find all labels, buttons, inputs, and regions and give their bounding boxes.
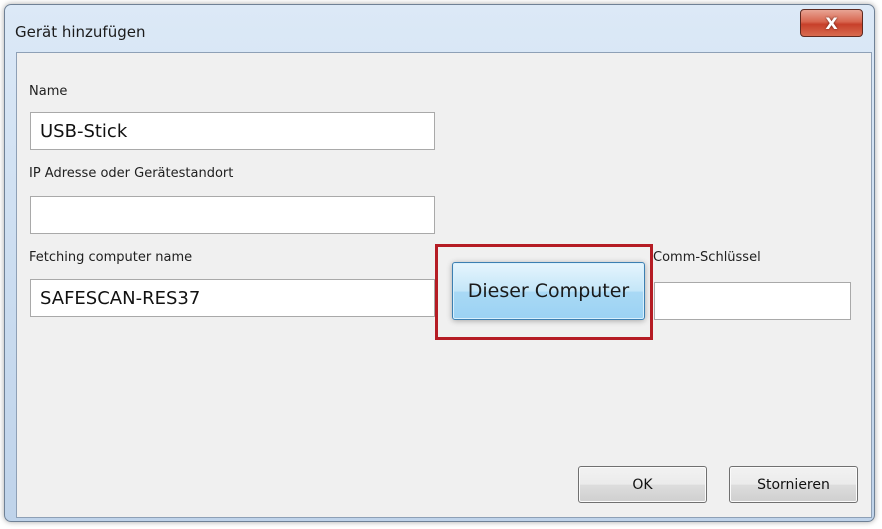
computer-name-field[interactable]: SAFESCAN-RES37 (30, 279, 435, 317)
name-field[interactable]: USB-Stick (30, 112, 435, 150)
comm-key-label: Comm-Schlüssel (653, 250, 761, 265)
cancel-button[interactable]: Stornieren (729, 466, 858, 503)
ip-address-field[interactable] (30, 196, 435, 234)
dialog-window: Gerät hinzufügen X Name USB-Stick IP Adr… (4, 4, 875, 522)
dialog-body: Name USB-Stick IP Adresse oder Gerätesta… (16, 52, 872, 518)
close-icon: X (825, 13, 838, 33)
ok-button[interactable]: OK (578, 466, 707, 503)
ip-address-label: IP Adresse oder Gerätestandort (29, 166, 234, 181)
window-title: Gerät hinzufügen (15, 23, 146, 41)
computer-name-label: Fetching computer name (29, 250, 193, 265)
comm-key-field[interactable] (654, 282, 851, 320)
name-label: Name (29, 84, 68, 99)
close-button[interactable]: X (800, 9, 863, 37)
this-computer-button[interactable]: Dieser Computer (452, 262, 645, 320)
